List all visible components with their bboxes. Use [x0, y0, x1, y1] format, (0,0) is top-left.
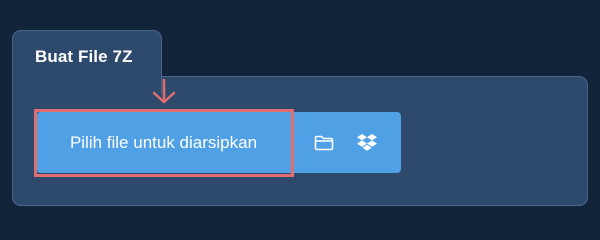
- folder-icon[interactable]: [311, 130, 337, 156]
- choose-file-button[interactable]: Pilih file untuk diarsipkan: [37, 112, 290, 173]
- card-tab: Buat File 7Z: [12, 30, 162, 94]
- source-buttons: [290, 112, 401, 173]
- card-title: Buat File 7Z: [35, 47, 133, 66]
- file-chooser-group: Pilih file untuk diarsipkan: [37, 112, 401, 173]
- arrow-down-icon: [152, 79, 176, 104]
- tab-panel-joint: [13, 76, 161, 80]
- dropbox-icon[interactable]: [354, 130, 380, 156]
